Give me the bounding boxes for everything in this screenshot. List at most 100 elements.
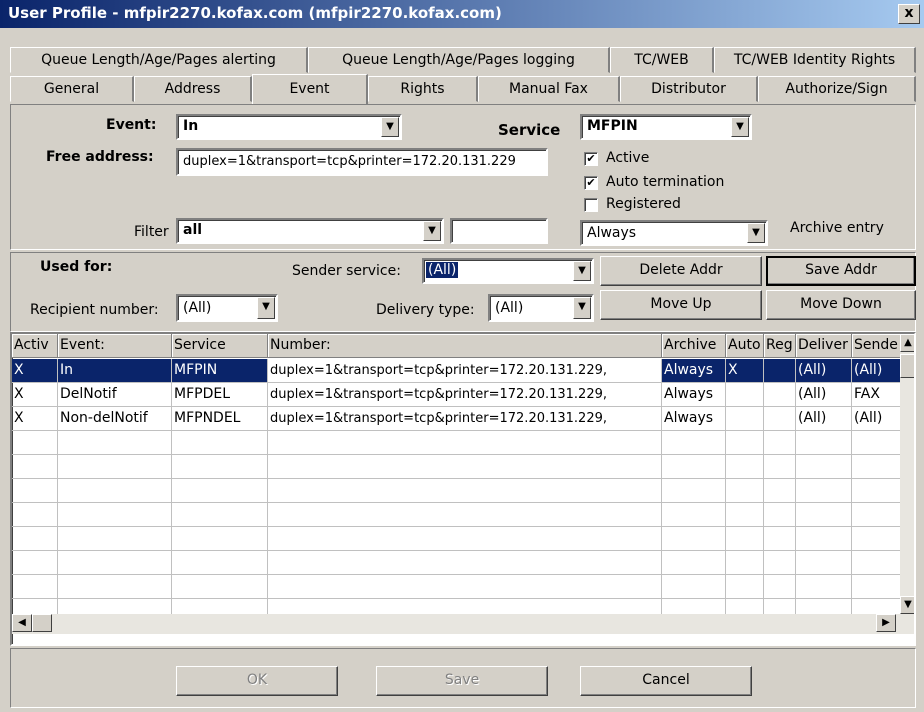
cell-delivery: (All) xyxy=(796,383,852,407)
event-value: In xyxy=(183,118,199,134)
header-reg[interactable]: Reg xyxy=(764,334,796,358)
recipient-number-value: (All) xyxy=(183,300,212,316)
header-delivery[interactable]: Deliver xyxy=(796,334,852,358)
free-address-input[interactable]: duplex=1&transport=tcp&printer=172.20.13… xyxy=(176,148,548,176)
table-row[interactable]: X DelNotif MFPDEL duplex=1&transport=tcp… xyxy=(12,383,902,407)
tab-event[interactable]: Event xyxy=(252,74,368,104)
close-button[interactable]: x xyxy=(898,4,920,24)
scroll-left-icon[interactable]: ◀ xyxy=(12,614,32,632)
cell-auto: X xyxy=(726,359,764,383)
tab-address[interactable]: Address xyxy=(134,76,252,102)
auto-termination-label: Auto termination xyxy=(606,174,725,190)
cell-active: X xyxy=(12,383,58,407)
tab-queue-logging[interactable]: Queue Length/Age/Pages logging xyxy=(308,47,610,73)
cell-archive: Always xyxy=(662,407,726,431)
cell-auto xyxy=(726,383,764,407)
archive-value: Always xyxy=(587,225,637,241)
scroll-up-icon[interactable]: ▲ xyxy=(900,334,914,352)
profile-grid[interactable]: Activ Event: Service Number: Archive Aut… xyxy=(10,332,916,646)
delivery-type-dropdown[interactable]: (All) ▼ xyxy=(488,294,594,322)
cell-service: MFPIN xyxy=(172,359,268,383)
cell-event: Non-delNotif xyxy=(58,407,172,431)
tab-tcweb-identity[interactable]: TC/WEB Identity Rights xyxy=(714,47,916,73)
archive-entry-label: Archive entry xyxy=(790,220,884,236)
move-up-button[interactable]: Move Up xyxy=(600,290,762,320)
service-dropdown[interactable]: MFPIN ▼ xyxy=(580,114,752,140)
tab-rights[interactable]: Rights xyxy=(368,76,478,102)
horizontal-scrollbar[interactable]: ◀ ▶ xyxy=(12,614,914,634)
filter-dropdown[interactable]: all ▼ xyxy=(176,218,444,244)
filter-text-input[interactable] xyxy=(450,218,548,244)
cell-reg xyxy=(764,407,796,431)
auto-termination-checkbox[interactable]: ✔ xyxy=(584,176,598,190)
scroll-right-icon[interactable]: ▶ xyxy=(876,614,896,632)
scroll-down-icon[interactable]: ▼ xyxy=(900,596,914,614)
h-scroll-thumb[interactable] xyxy=(32,614,52,632)
window-title: User Profile - mfpir2270.kofax.com (mfpi… xyxy=(8,4,502,22)
title-bar[interactable]: User Profile - mfpir2270.kofax.com (mfpi… xyxy=(0,0,924,28)
ok-button[interactable]: OK xyxy=(176,666,338,696)
active-checkbox[interactable]: ✔ xyxy=(584,152,598,166)
save-button[interactable]: Save xyxy=(376,666,548,696)
free-address-label: Free address: xyxy=(46,149,154,165)
header-event[interactable]: Event: xyxy=(58,334,172,358)
scroll-thumb[interactable] xyxy=(900,354,914,378)
cell-number: duplex=1&transport=tcp&printer=172.20.13… xyxy=(268,383,662,407)
delete-addr-button[interactable]: Delete Addr xyxy=(600,256,762,286)
grid-empty-area xyxy=(12,431,902,621)
header-archive[interactable]: Archive xyxy=(662,334,726,358)
event-dropdown[interactable]: In ▼ xyxy=(176,114,402,140)
dropdown-icon[interactable]: ▼ xyxy=(731,117,749,137)
tab-distributor[interactable]: Distributor xyxy=(620,76,758,102)
archive-dropdown[interactable]: Always ▼ xyxy=(580,220,768,246)
move-down-button[interactable]: Move Down xyxy=(766,290,916,320)
active-label: Active xyxy=(606,150,650,166)
dropdown-icon[interactable]: ▼ xyxy=(423,221,441,241)
cell-delivery: (All) xyxy=(796,359,852,383)
delivery-type-label: Delivery type: xyxy=(376,302,475,318)
cell-event: DelNotif xyxy=(58,383,172,407)
tab-manual-fax[interactable]: Manual Fax xyxy=(478,76,620,102)
cell-archive: Always xyxy=(662,383,726,407)
cell-auto xyxy=(726,407,764,431)
cell-sender: (All) xyxy=(852,359,902,383)
cell-service: MFPDEL xyxy=(172,383,268,407)
filter-label: Filter xyxy=(134,224,169,240)
used-for-label: Used for: xyxy=(40,259,113,275)
dropdown-icon[interactable]: ▼ xyxy=(573,297,591,319)
sender-service-label: Sender service: xyxy=(292,263,401,279)
cell-service: MFPNDEL xyxy=(172,407,268,431)
recipient-number-label: Recipient number: xyxy=(30,302,159,318)
sender-service-dropdown[interactable]: (All) ▼ xyxy=(422,258,594,284)
cell-number: duplex=1&transport=tcp&printer=172.20.13… xyxy=(268,407,662,431)
sender-service-value: (All) xyxy=(426,262,459,278)
check-icon: ✔ xyxy=(586,152,596,165)
cell-number: duplex=1&transport=tcp&printer=172.20.13… xyxy=(268,359,662,383)
tab-queue-alerting[interactable]: Queue Length/Age/Pages alerting xyxy=(10,47,308,73)
cell-delivery: (All) xyxy=(796,407,852,431)
service-label: Service xyxy=(498,121,561,139)
dropdown-icon[interactable]: ▼ xyxy=(573,261,591,281)
cancel-button[interactable]: Cancel xyxy=(580,666,752,696)
header-sender[interactable]: Sende xyxy=(852,334,902,358)
table-row[interactable]: X Non-delNotif MFPNDEL duplex=1&transpor… xyxy=(12,407,902,431)
free-address-value: duplex=1&transport=tcp&printer=172.20.13… xyxy=(183,154,516,169)
header-auto[interactable]: Auto xyxy=(726,334,764,358)
recipient-number-dropdown[interactable]: (All) ▼ xyxy=(176,294,278,322)
header-number[interactable]: Number: xyxy=(268,334,662,358)
cell-sender: FAX xyxy=(852,383,902,407)
registered-checkbox[interactable] xyxy=(584,198,598,212)
tab-tcweb[interactable]: TC/WEB xyxy=(610,47,714,73)
table-row[interactable]: X In MFPIN duplex=1&transport=tcp&printe… xyxy=(12,359,902,383)
cell-event: In xyxy=(58,359,172,383)
header-active[interactable]: Activ xyxy=(12,334,58,358)
dropdown-icon[interactable]: ▼ xyxy=(257,297,275,319)
dropdown-icon[interactable]: ▼ xyxy=(747,223,765,243)
dropdown-icon[interactable]: ▼ xyxy=(381,117,399,137)
vertical-scrollbar[interactable]: ▲ ▼ xyxy=(900,334,914,622)
tab-authorize-sign[interactable]: Authorize/Sign xyxy=(758,76,916,102)
header-service[interactable]: Service xyxy=(172,334,268,358)
cell-reg xyxy=(764,383,796,407)
save-addr-button[interactable]: Save Addr xyxy=(766,256,916,286)
tab-general[interactable]: General xyxy=(10,76,134,102)
